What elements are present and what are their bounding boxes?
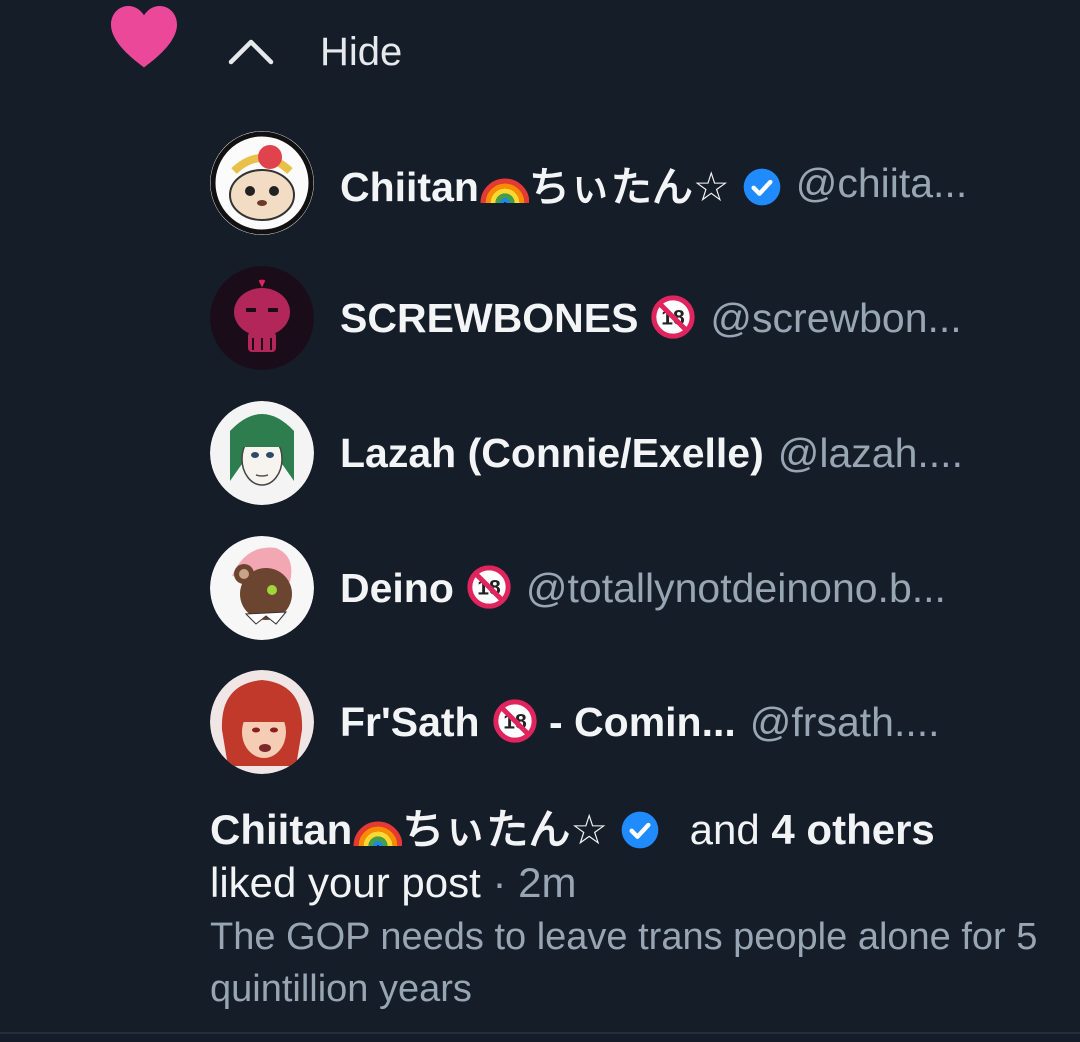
divider <box>0 1032 1080 1034</box>
verified-badge-icon <box>621 811 659 849</box>
liker-name[interactable]: Fr'Sath18 - Comin... <box>340 698 736 746</box>
liker-row[interactable]: Lazah (Connie/Exelle) @lazah.... <box>210 401 1050 505</box>
verified-badge-icon <box>743 168 781 206</box>
liker-row[interactable]: Deino18 @totallynotdeinono.b... <box>210 536 1050 640</box>
liker-row[interactable]: Chiitan ちぃたん☆ @chiita... <box>210 131 1050 235</box>
avatar[interactable] <box>210 536 314 640</box>
avatar[interactable] <box>210 266 314 370</box>
avatar[interactable] <box>210 131 314 235</box>
rainbow-emoji <box>480 178 529 204</box>
summary-name[interactable]: Chiitan ちぃたん☆ <box>210 806 660 853</box>
hide-label: Hide <box>320 29 403 74</box>
liker-handle: @frsath.... <box>749 698 940 745</box>
hide-likers-toggle[interactable]: Hide <box>226 26 402 78</box>
liker-name[interactable]: SCREWBONES18 <box>340 294 696 342</box>
summary-time: 2m <box>518 859 577 906</box>
adult-content-badge-icon: 18 <box>651 295 696 339</box>
liker-handle: @screwbon... <box>710 294 962 341</box>
adult-content-badge-icon: 18 <box>467 565 511 609</box>
adult-content-badge-icon: 18 <box>492 699 537 743</box>
summary-separator: · <box>492 859 507 906</box>
liker-handle: @lazah.... <box>777 429 963 476</box>
avatar[interactable] <box>210 670 314 774</box>
summary-and: and <box>689 806 760 853</box>
liker-name[interactable]: Chiitan ちぃたん☆ <box>340 153 782 213</box>
notification-summary[interactable]: Chiitan ちぃたん☆ and 4 others liked your pos… <box>210 796 1050 1015</box>
summary-others[interactable]: 4 others <box>771 806 934 853</box>
heart-icon <box>111 6 177 68</box>
rainbow-emoji <box>353 821 403 847</box>
avatar[interactable] <box>210 401 314 505</box>
liker-handle: @chiita... <box>795 159 968 206</box>
liker-name[interactable]: Deino18 <box>340 564 512 612</box>
liker-handle: @totallynotdeinono.b... <box>525 564 946 611</box>
liker-name[interactable]: Lazah (Connie/Exelle) <box>340 430 764 477</box>
summary-action: liked your post <box>210 859 481 906</box>
liker-row[interactable]: SCREWBONES18 @screwbon... <box>210 266 1050 370</box>
liked-post-text[interactable]: The GOP needs to leave trans people alon… <box>210 911 1050 1015</box>
chevron-up-icon <box>228 39 274 65</box>
liker-row[interactable]: Fr'Sath18 - Comin... @frsath.... <box>210 670 1050 774</box>
